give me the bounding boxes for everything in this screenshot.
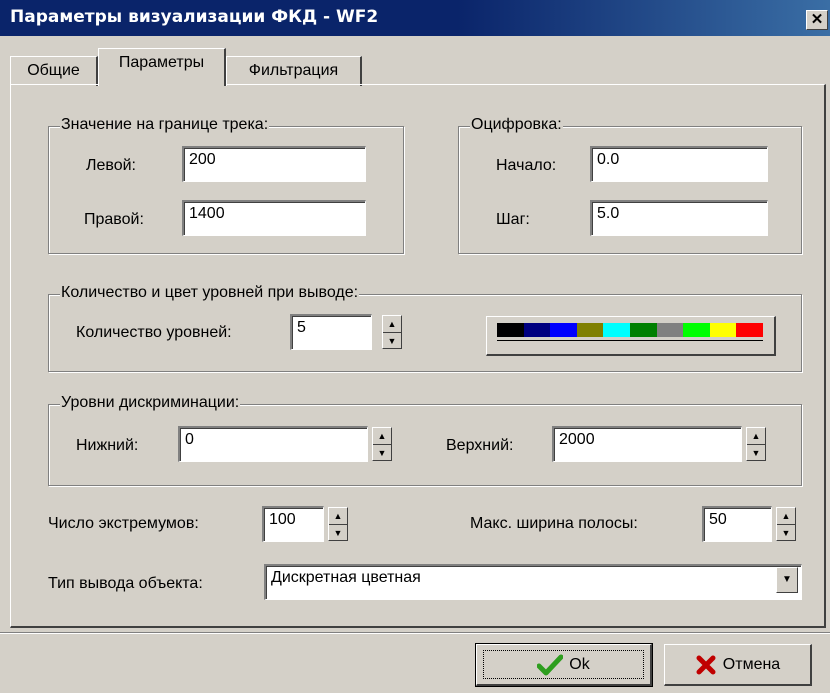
levels-count-label: Количество уровней: bbox=[76, 324, 232, 341]
step-input[interactable]: 5.0 bbox=[590, 200, 768, 236]
extrema-input[interactable]: 100 bbox=[262, 506, 324, 542]
palette-swatch bbox=[630, 323, 657, 337]
palette-underline bbox=[497, 340, 763, 341]
right-bound-label: Правой: bbox=[84, 211, 144, 228]
right-bound-input[interactable]: 1400 bbox=[182, 200, 366, 236]
levels-count-input[interactable]: 5 bbox=[290, 314, 372, 350]
max-width-label: Макс. ширина полосы: bbox=[470, 515, 638, 532]
extrema-spinner[interactable]: ▲ ▼ bbox=[328, 507, 348, 541]
levels-legend: Количество и цвет уровней при выводе: bbox=[60, 284, 360, 302]
palette-swatch bbox=[656, 323, 684, 337]
lower-level-label: Нижний: bbox=[76, 437, 139, 454]
cancel-button[interactable]: Отмена bbox=[664, 644, 812, 686]
output-type-label: Тип вывода объекта: bbox=[48, 575, 203, 592]
spin-down-icon[interactable]: ▼ bbox=[329, 525, 347, 541]
footer-separator-highlight bbox=[0, 633, 830, 634]
upper-level-input[interactable]: 2000 bbox=[552, 426, 742, 462]
tab-filtering[interactable]: Фильтрация bbox=[226, 56, 362, 86]
spin-down-icon[interactable]: ▼ bbox=[777, 525, 795, 541]
ok-button[interactable]: Ok bbox=[475, 643, 653, 687]
start-input[interactable]: 0.0 bbox=[590, 146, 768, 182]
spin-up-icon[interactable]: ▲ bbox=[329, 508, 347, 525]
palette-swatch bbox=[550, 323, 578, 337]
lower-level-spinner[interactable]: ▲ ▼ bbox=[372, 427, 392, 461]
step-label: Шаг: bbox=[496, 211, 530, 228]
discrimination-legend: Уровни дискриминации: bbox=[60, 394, 241, 412]
upper-level-label: Верхний: bbox=[446, 437, 514, 454]
digitization-legend: Оцифровка: bbox=[470, 116, 563, 134]
spin-down-icon[interactable]: ▼ bbox=[747, 445, 765, 461]
output-type-select[interactable]: Дискретная цветная bbox=[264, 564, 802, 600]
spin-up-icon[interactable]: ▲ bbox=[747, 428, 765, 445]
close-icon: ✕ bbox=[810, 11, 824, 28]
extrema-label: Число экстремумов: bbox=[48, 515, 199, 532]
output-type-value: Дискретная цветная bbox=[271, 569, 421, 586]
close-button[interactable]: ✕ bbox=[806, 10, 828, 30]
left-bound-label: Левой: bbox=[86, 157, 136, 174]
palette-swatch bbox=[709, 323, 737, 337]
spin-down-icon[interactable]: ▼ bbox=[373, 445, 391, 461]
levels-count-spinner[interactable]: ▲ ▼ bbox=[382, 315, 402, 349]
palette-swatch bbox=[497, 323, 524, 337]
palette-swatch bbox=[603, 323, 631, 337]
spin-down-icon[interactable]: ▼ bbox=[383, 333, 401, 349]
track-bounds-legend: Значение на границе трека: bbox=[60, 116, 270, 134]
max-width-input[interactable]: 50 bbox=[702, 506, 772, 542]
palette-swatch bbox=[683, 323, 711, 337]
title-bar[interactable]: Параметры визуализации ФКД - WF2 ✕ bbox=[0, 0, 830, 36]
palette-swatch bbox=[523, 323, 551, 337]
spin-up-icon[interactable]: ▲ bbox=[383, 316, 401, 333]
x-icon bbox=[696, 655, 716, 674]
focus-rect bbox=[483, 650, 644, 679]
start-label: Начало: bbox=[496, 157, 557, 174]
tab-general[interactable]: Общие bbox=[10, 56, 98, 86]
window-title: Параметры визуализации ФКД - WF2 bbox=[10, 7, 379, 27]
chevron-down-icon[interactable]: ▼ bbox=[776, 567, 798, 593]
palette-swatch bbox=[736, 323, 764, 337]
cancel-label: Отмена bbox=[722, 655, 781, 673]
spin-up-icon[interactable]: ▲ bbox=[373, 428, 391, 445]
palette-swatch bbox=[576, 323, 604, 337]
level-colors-button[interactable] bbox=[486, 316, 776, 356]
spin-up-icon[interactable]: ▲ bbox=[777, 508, 795, 525]
max-width-spinner[interactable]: ▲ ▼ bbox=[776, 507, 796, 541]
lower-level-input[interactable]: 0 bbox=[178, 426, 368, 462]
left-bound-input[interactable]: 200 bbox=[182, 146, 366, 182]
tab-parameters[interactable]: Параметры bbox=[98, 48, 226, 86]
upper-level-spinner[interactable]: ▲ ▼ bbox=[746, 427, 766, 461]
